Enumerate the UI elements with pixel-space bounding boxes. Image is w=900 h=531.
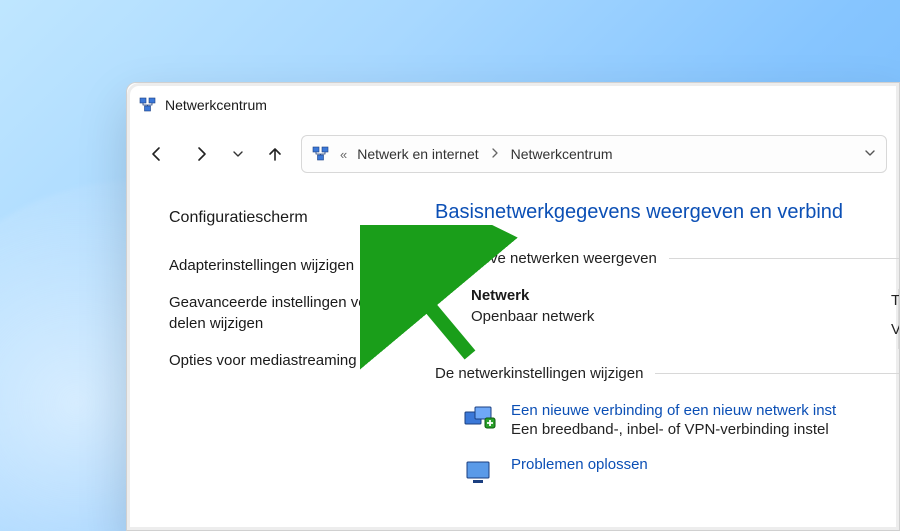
troubleshoot-link[interactable]: Problemen oplossen bbox=[511, 456, 648, 473]
back-button[interactable] bbox=[139, 136, 175, 172]
section-active-networks: De actieve netwerken weergeven bbox=[435, 250, 899, 267]
control-panel-window: Netwerkcentrum « Netwerk en internet bbox=[126, 82, 900, 531]
troubleshoot-row: Problemen oplossen bbox=[435, 456, 899, 488]
sidebar-heading[interactable]: Configuratiescherm bbox=[169, 209, 407, 227]
new-connection-description: Een breedband-, inbel- of VPN-verbinding… bbox=[511, 421, 836, 438]
network-name: Netwerk bbox=[471, 287, 899, 304]
up-button[interactable] bbox=[257, 136, 293, 172]
breadcrumb-segment[interactable]: Netwerk en internet bbox=[357, 146, 478, 162]
main-pane: Basisnetwerkgegevens weergeven en verbin… bbox=[417, 181, 899, 530]
cropped-right-labels: T V bbox=[891, 287, 900, 344]
new-connection-icon bbox=[463, 404, 497, 434]
network-type: Openbaar netwerk bbox=[471, 308, 899, 325]
troubleshoot-text: Problemen oplossen bbox=[511, 456, 648, 473]
recent-locations-button[interactable] bbox=[227, 136, 249, 172]
titlebar: Netwerkcentrum bbox=[127, 83, 899, 127]
new-connection-link[interactable]: Een nieuwe verbinding of een nieuw netwe… bbox=[511, 402, 836, 419]
window-title: Netwerkcentrum bbox=[165, 97, 267, 113]
address-overflow[interactable]: « bbox=[340, 147, 347, 162]
sidebar: Configuratiescherm Adapterinstellingen w… bbox=[127, 181, 417, 530]
desktop-background: Netwerkcentrum « Netwerk en internet bbox=[0, 0, 900, 531]
cropped-label: T bbox=[891, 287, 900, 316]
divider bbox=[655, 373, 899, 374]
network-center-icon bbox=[312, 145, 330, 163]
divider bbox=[669, 258, 899, 259]
content-body: Configuratiescherm Adapterinstellingen w… bbox=[127, 181, 899, 530]
section-label-text: De actieve netwerken weergeven bbox=[435, 250, 657, 267]
sidebar-link-advanced-sharing[interactable]: Geavanceerde instellingen voor delen wij… bbox=[169, 292, 399, 334]
network-block: Netwerk Openbaar netwerk bbox=[435, 287, 899, 325]
chevron-right-icon[interactable] bbox=[489, 148, 501, 161]
navigation-row: « Netwerk en internet Netwerkcentrum bbox=[127, 127, 899, 181]
network-center-icon bbox=[139, 96, 157, 114]
chevron-down-icon[interactable] bbox=[864, 146, 876, 162]
sidebar-link-adapter-settings[interactable]: Adapterinstellingen wijzigen bbox=[169, 255, 399, 276]
troubleshoot-icon bbox=[463, 458, 497, 488]
new-connection-row: Een nieuwe verbinding of een nieuw netwe… bbox=[435, 402, 899, 438]
page-title: Basisnetwerkgegevens weergeven en verbin… bbox=[435, 201, 899, 224]
sidebar-link-media-streaming[interactable]: Opties voor mediastreaming bbox=[169, 350, 399, 371]
forward-button[interactable] bbox=[183, 136, 219, 172]
breadcrumb-segment[interactable]: Netwerkcentrum bbox=[511, 146, 613, 162]
new-connection-text: Een nieuwe verbinding of een nieuw netwe… bbox=[511, 402, 836, 438]
address-bar[interactable]: « Netwerk en internet Netwerkcentrum bbox=[301, 135, 887, 173]
cropped-label: V bbox=[891, 316, 900, 345]
section-label-text: De netwerkinstellingen wijzigen bbox=[435, 365, 643, 382]
section-change-settings: De netwerkinstellingen wijzigen bbox=[435, 365, 899, 382]
